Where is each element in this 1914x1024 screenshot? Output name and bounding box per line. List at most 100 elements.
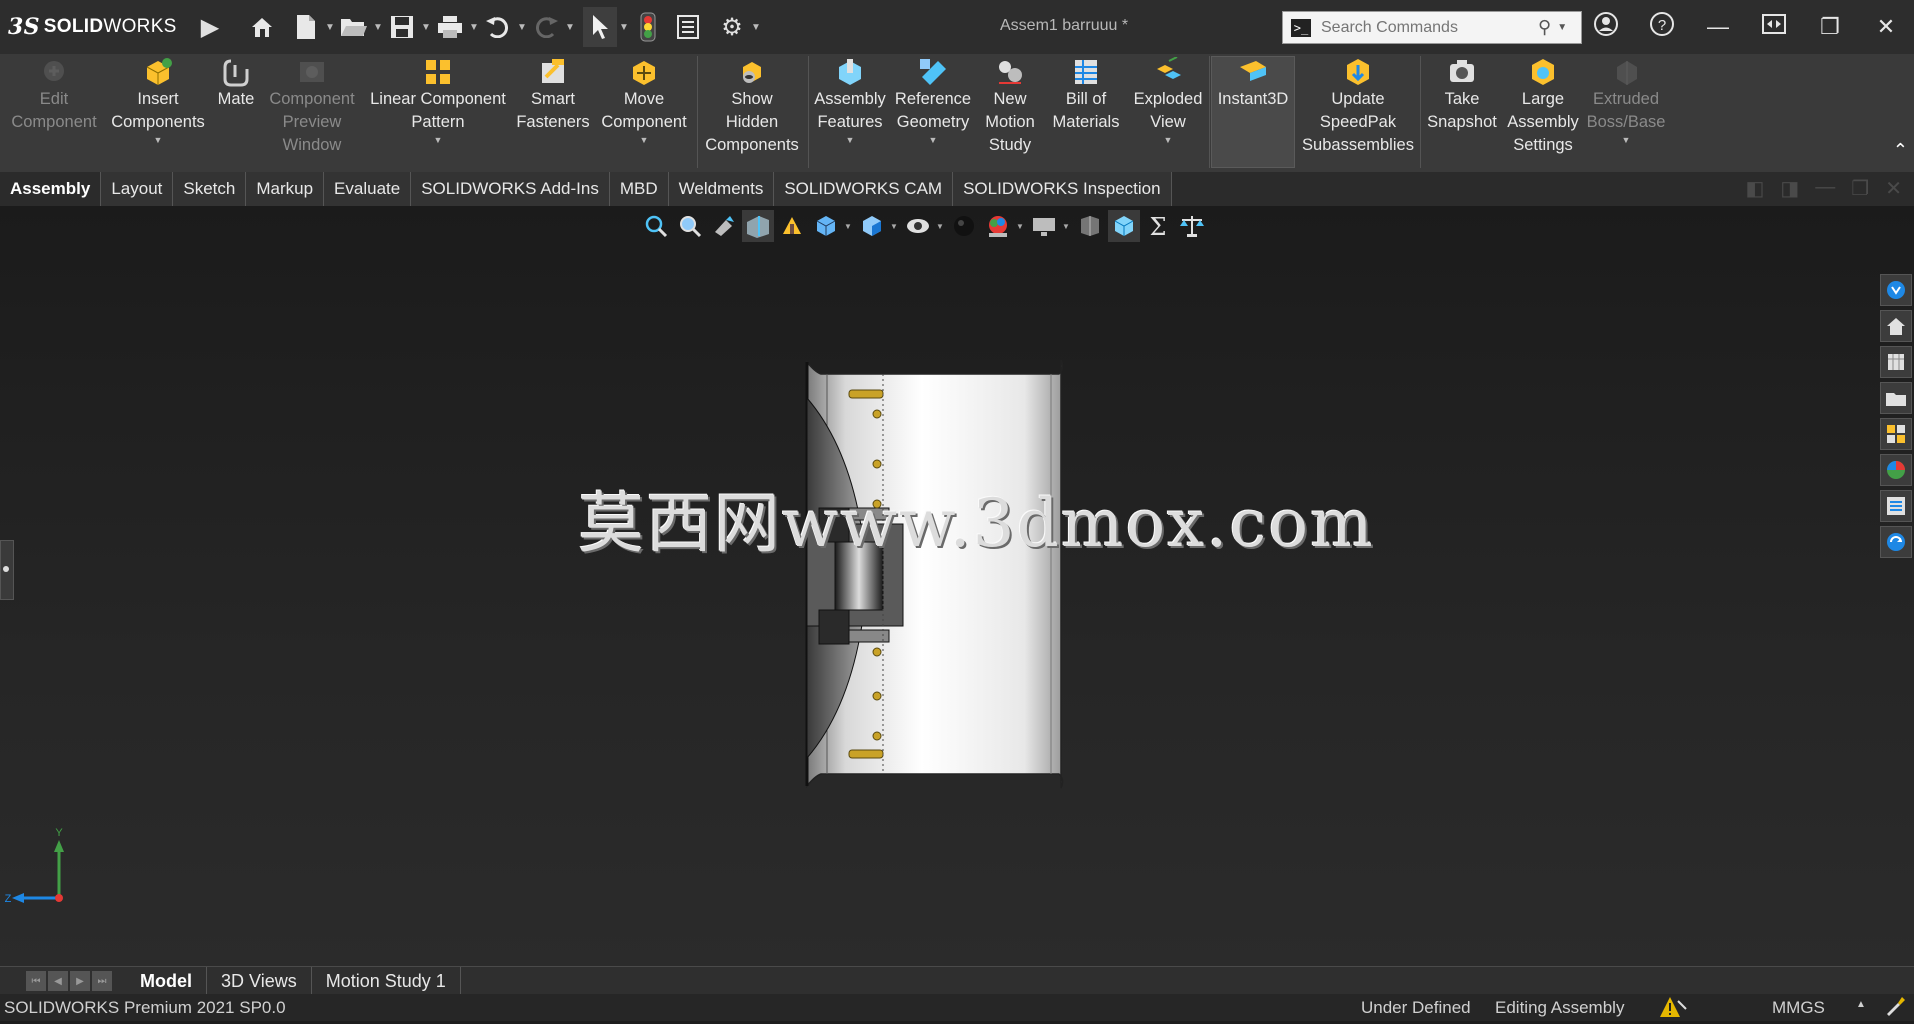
rebuild-warning-icon[interactable] <box>1658 995 1688 1024</box>
chevron-down-icon[interactable]: ▼ <box>640 134 649 146</box>
mate-button[interactable]: Mate <box>214 58 258 111</box>
graphics-area[interactable]: ▼ ▼ ▼ ▼ ▼ Σ 莫西网www.3dmox.com Y Z <box>0 206 1914 966</box>
select-dropdown[interactable]: ▼ <box>617 22 631 33</box>
view-palette-icon[interactable] <box>1880 382 1912 414</box>
play-icon[interactable]: ▶ <box>193 7 227 47</box>
appearances-icon[interactable] <box>1880 418 1912 450</box>
tab-solidworks-add-ins[interactable]: SOLIDWORKS Add-Ins <box>411 172 610 206</box>
solidworks-logo[interactable]: 3S SOLID WORKS <box>0 14 193 40</box>
extruded-boss-base-button[interactable]: Extruded Boss/Base ▼ <box>1586 58 1666 146</box>
instant3d-button[interactable]: Instant3D <box>1213 58 1293 111</box>
large-assembly-settings-button[interactable]: Large Assembly Settings <box>1500 58 1586 157</box>
view-orientation-dropdown[interactable]: ▼ <box>844 222 854 231</box>
collapse-ribbon-icon[interactable]: ⌃ <box>1893 140 1908 161</box>
tab-layout[interactable]: Layout <box>101 172 174 206</box>
view-settings-dropdown[interactable]: ▼ <box>1062 222 1072 231</box>
display-style-icon[interactable] <box>856 210 888 242</box>
tile-right-icon[interactable]: ◨ <box>1780 176 1799 201</box>
display-style-dropdown[interactable]: ▼ <box>890 222 900 231</box>
new-document-dropdown[interactable]: ▼ <box>323 22 337 33</box>
doc-restore-icon[interactable]: ❐ <box>1851 176 1869 201</box>
open-icon[interactable] <box>337 7 371 47</box>
component-preview-window-button[interactable]: Component Preview Window <box>258 58 366 157</box>
tab-evaluate[interactable]: Evaluate <box>324 172 412 206</box>
hide-show-dropdown[interactable]: ▼ <box>936 222 946 231</box>
tab-solidworks-inspection[interactable]: SOLIDWORKS Inspection <box>953 172 1172 206</box>
balance-icon[interactable] <box>1176 210 1208 242</box>
apply-scene-dropdown[interactable]: ▼ <box>1016 222 1026 231</box>
3dexperience-icon[interactable] <box>1880 490 1912 522</box>
chevron-down-icon[interactable]: ▼ <box>434 134 443 146</box>
bill-of-materials-button[interactable]: Bill of Materials <box>1048 58 1124 134</box>
select-icon[interactable] <box>583 7 617 47</box>
tab-3d-views[interactable]: 3D Views <box>207 967 312 995</box>
options-icon[interactable]: ⚙ <box>715 7 749 47</box>
chevron-down-icon[interactable]: ▼ <box>846 134 855 146</box>
tab-assembly[interactable]: Assembly <box>0 172 102 206</box>
chevron-down-icon[interactable]: ▼ <box>1164 134 1173 146</box>
close-icon[interactable]: ✕ <box>1858 14 1914 40</box>
new-motion-study-button[interactable]: New Motion Study <box>976 58 1044 157</box>
unit-dropdown-icon[interactable]: ▲ <box>1856 999 1866 1010</box>
redo-dropdown[interactable]: ▼ <box>563 22 577 33</box>
view-settings-icon[interactable] <box>1028 210 1060 242</box>
update-speedpak-button[interactable]: Update SpeedPak Subassemblies <box>1298 58 1418 157</box>
search-dropdown-icon[interactable]: ▼ <box>1557 22 1567 33</box>
search-input[interactable] <box>1319 17 1538 38</box>
take-snapshot-button[interactable]: Take Snapshot <box>1424 58 1500 134</box>
solidworks-resources-icon[interactable] <box>1880 274 1912 306</box>
rebuild-icon[interactable] <box>631 7 665 47</box>
linear-component-pattern-button[interactable]: Linear Component Pattern ▼ <box>364 58 512 146</box>
exploded-view-button[interactable]: Exploded View ▼ <box>1127 57 1209 146</box>
maximize-icon[interactable]: ❐ <box>1802 14 1858 40</box>
next-tab-icon[interactable]: ▶ <box>70 971 90 991</box>
help-icon[interactable]: ? <box>1634 11 1690 43</box>
tab-weldments[interactable]: Weldments <box>668 172 775 206</box>
restore-icon[interactable] <box>1746 14 1802 40</box>
redo-icon[interactable] <box>529 7 563 47</box>
feature-manager-flyout-handle[interactable] <box>0 540 14 600</box>
save-dropdown[interactable]: ▼ <box>419 22 433 33</box>
tile-left-icon[interactable]: ◧ <box>1745 176 1764 201</box>
sigma-icon[interactable]: Σ <box>1142 210 1174 242</box>
user-icon[interactable] <box>1578 11 1634 43</box>
save-icon[interactable] <box>385 7 419 47</box>
last-tab-icon[interactable]: ⏭ <box>92 971 112 991</box>
show-hidden-components-button[interactable]: Show Hidden Components <box>698 58 806 157</box>
previous-view-icon[interactable] <box>708 210 740 242</box>
search-icon[interactable]: ⚲ <box>1538 17 1551 38</box>
tab-sketch[interactable]: Sketch <box>173 172 247 206</box>
section-view-icon[interactable] <box>742 210 774 242</box>
zoom-to-area-icon[interactable] <box>674 210 706 242</box>
assembly-features-button[interactable]: Assembly Features ▼ <box>810 58 890 146</box>
custom-properties-icon[interactable] <box>1880 454 1912 486</box>
smart-fasteners-button[interactable]: Smart Fasteners <box>515 58 591 134</box>
tab-solidworks-cam[interactable]: SOLIDWORKS CAM <box>774 172 954 206</box>
customize-status-icon[interactable] <box>1884 995 1906 1022</box>
undo-icon[interactable] <box>481 7 515 47</box>
print-icon[interactable] <box>433 7 467 47</box>
edit-component-button[interactable]: Edit Component <box>0 58 108 134</box>
insert-components-button[interactable]: Insert Components ▼ <box>100 58 216 146</box>
file-explorer-icon[interactable] <box>1880 346 1912 378</box>
chevron-down-icon[interactable]: ▼ <box>1622 134 1631 146</box>
minimize-icon[interactable]: — <box>1690 14 1746 40</box>
move-component-button[interactable]: Move Component ▼ <box>596 58 692 146</box>
zoom-to-fit-icon[interactable] <box>640 210 672 242</box>
hide-show-icon[interactable] <box>902 210 934 242</box>
doc-minimize-icon[interactable]: — <box>1815 176 1835 201</box>
chevron-down-icon[interactable]: ▼ <box>929 134 938 146</box>
tab-mbd[interactable]: MBD <box>609 172 669 206</box>
render-tools-icon[interactable] <box>1074 210 1106 242</box>
design-library-icon[interactable] <box>1880 310 1912 342</box>
chevron-down-icon[interactable]: ▼ <box>154 134 163 146</box>
file-properties-icon[interactable] <box>671 7 705 47</box>
unit-system[interactable]: MMGS <box>1772 998 1825 1018</box>
previous-tab-icon[interactable]: ◀ <box>48 971 68 991</box>
home-icon[interactable] <box>245 7 279 47</box>
apply-scene-icon[interactable] <box>982 210 1014 242</box>
wheel-rim-model[interactable] <box>795 358 1075 790</box>
reference-geometry-button[interactable]: Reference Geometry ▼ <box>892 58 974 146</box>
edit-appearance-icon[interactable] <box>948 210 980 242</box>
view-orientation-icon[interactable] <box>810 210 842 242</box>
